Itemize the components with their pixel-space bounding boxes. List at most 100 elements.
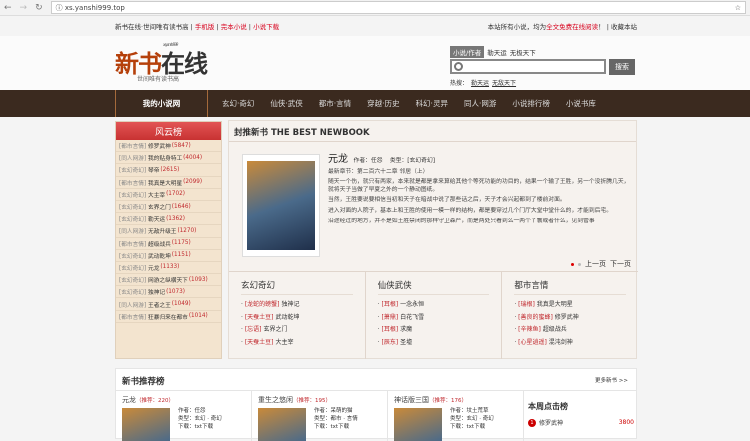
- book-link[interactable]: 大主宰: [275, 339, 293, 346]
- book-cover[interactable]: [258, 408, 306, 441]
- book-link[interactable]: 混沌剑神: [549, 339, 573, 346]
- ranking-book[interactable]: 独神记: [148, 287, 165, 296]
- nav-item[interactable]: 同人·网游: [464, 98, 496, 109]
- ranking-book[interactable]: 勒天运: [148, 214, 165, 223]
- book-cover[interactable]: [242, 154, 320, 257]
- ranking-book[interactable]: 元龙: [148, 263, 159, 272]
- ranking-book[interactable]: 修罗武神: [148, 141, 171, 150]
- book-download[interactable]: 下载：txt下载: [178, 423, 222, 431]
- hot-link[interactable]: 勒天运: [487, 47, 507, 57]
- prev-page-button[interactable]: 上一页: [585, 259, 606, 269]
- author-tag[interactable]: [天蚕土豆]: [245, 339, 274, 346]
- book-link[interactable]: 求魔: [400, 326, 412, 333]
- category-item[interactable]: · [天蚕土豆] 大主宰: [241, 337, 353, 350]
- ranking-book[interactable]: 我的贴身特工: [148, 153, 182, 162]
- ranking-item[interactable]: [同人网游] 王者之王 (1049): [116, 298, 221, 311]
- book-download[interactable]: 下载：txt下载: [314, 423, 358, 431]
- category-item[interactable]: · [天蚕土豆] 武动乾坤: [241, 312, 353, 325]
- recommend-book[interactable]: 重生之悠闲（推荐：195） 作者：呆萌的猫 类型：都市 · 言情 下载：txt下载: [252, 391, 388, 441]
- search-tab[interactable]: 小说/作者: [450, 46, 485, 58]
- ranking-book[interactable]: 玄界之门: [148, 202, 171, 211]
- download-link[interactable]: 小说下载: [253, 23, 279, 31]
- category-item[interactable]: · [耳根] 求魔: [378, 324, 490, 337]
- ranking-item[interactable]: [都市言情] 狂暴归来在都市 (1014): [116, 311, 221, 323]
- book-name[interactable]: 神话版三国: [394, 396, 429, 404]
- latest-chapter[interactable]: 最新章节：第二百六十二章 邻居（上）: [328, 169, 633, 177]
- ranking-book[interactable]: 琴帝: [148, 165, 159, 174]
- author-tag[interactable]: [龙蛇的螃蟹]: [245, 301, 280, 308]
- author-tag[interactable]: [天蚕土豆]: [245, 314, 274, 321]
- category-item[interactable]: · [辰东] 圣墟: [378, 337, 490, 350]
- search-input[interactable]: [450, 59, 606, 74]
- ranking-book[interactable]: 狂暴归来在都市: [148, 312, 188, 321]
- book-link[interactable]: 圣墟: [400, 339, 412, 346]
- category-item[interactable]: · [耳根] 一念永恒: [378, 299, 490, 312]
- nav-item[interactable]: 玄幻·奇幻: [222, 98, 254, 109]
- book-link[interactable]: 武动乾坤: [275, 314, 299, 321]
- info-icon[interactable]: ⓘ: [56, 4, 65, 12]
- ranking-item[interactable]: [都市言情] 我真是大明星 (2099): [116, 177, 221, 189]
- category-item[interactable]: · [龙蛇的螃蟹] 独神记: [241, 299, 353, 312]
- nav-item[interactable]: 穿越·历史: [367, 98, 399, 109]
- book-title[interactable]: 元龙: [328, 154, 348, 165]
- weekly-book-name[interactable]: 修罗武神: [539, 418, 563, 427]
- book-link[interactable]: 独神记: [281, 301, 299, 308]
- author-tag[interactable]: [耳根]: [382, 301, 399, 308]
- hot-link[interactable]: 无极天下: [510, 47, 536, 57]
- category-item[interactable]: · [辛辣鱼] 超级战兵: [514, 324, 626, 337]
- category-title[interactable]: 仙侠武侠: [377, 279, 490, 295]
- book-cover[interactable]: [394, 408, 442, 441]
- author-tag[interactable]: [萧鼎]: [382, 314, 399, 321]
- ranking-book[interactable]: 网游之纵横天下: [148, 275, 188, 284]
- ranking-item[interactable]: [同人网游] 无敌升级王 (1270): [116, 225, 221, 238]
- ranking-book[interactable]: 超级战兵: [148, 239, 171, 248]
- nav-item[interactable]: 仙侠·武侠: [270, 98, 302, 109]
- book-link[interactable]: 一念永恒: [400, 301, 424, 308]
- author-tag[interactable]: [善良的蜜蜂]: [518, 314, 553, 321]
- category-title[interactable]: 玄幻奇幻: [241, 279, 353, 295]
- ranking-item[interactable]: [玄幻奇幻] 武动乾坤 (1151): [116, 250, 221, 262]
- category-item[interactable]: · [忘语] 玄界之门: [241, 324, 353, 337]
- author-tag[interactable]: [辰东]: [382, 339, 399, 346]
- ranking-item[interactable]: [都市言情] 修罗武神 (5847): [116, 140, 221, 153]
- reload-icon[interactable]: ↻: [35, 3, 43, 13]
- book-download[interactable]: 下载：txt下载: [450, 423, 494, 431]
- recommend-book[interactable]: 神话版三国（推荐：176） 作者：坟土荒草 类型：玄幻 · 奇幻 下载：txt下载: [388, 391, 524, 441]
- author-tag[interactable]: [忘语]: [245, 326, 262, 333]
- bookmark-star-icon[interactable]: ☆: [735, 4, 741, 12]
- nav-item[interactable]: 都市·言情: [319, 98, 351, 109]
- hot-search-link[interactable]: 无敌天下: [492, 80, 516, 87]
- author-tag[interactable]: [耳根]: [382, 326, 399, 333]
- ranking-item[interactable]: [玄幻奇幻] 大主宰 (1702): [116, 189, 221, 201]
- search-button[interactable]: 搜索: [609, 59, 635, 75]
- ranking-item[interactable]: [玄幻奇幻] 元龙 (1133): [116, 262, 221, 275]
- category-title[interactable]: 都市言情: [514, 279, 627, 295]
- book-link[interactable]: 玄界之门: [263, 326, 287, 333]
- category-item[interactable]: · [善良的蜜蜂] 修罗武神: [514, 312, 626, 325]
- next-page-button[interactable]: 下一页: [610, 259, 631, 269]
- ranking-book[interactable]: 我真是大明星: [148, 178, 182, 187]
- nav-item[interactable]: 小说排行榜: [512, 98, 550, 109]
- weekly-item[interactable]: 1 修罗武神 3800: [528, 418, 634, 427]
- more-books-link[interactable]: 更多新书 >>: [595, 376, 628, 384]
- category-item[interactable]: · [心星逍遥] 混沌剑神: [514, 337, 626, 350]
- book-name[interactable]: 重生之悠闲: [258, 396, 293, 404]
- author-tag[interactable]: [心星逍遥]: [518, 339, 547, 346]
- ranking-book[interactable]: 大主宰: [148, 190, 165, 199]
- book-link[interactable]: 白花飞雪: [400, 314, 424, 321]
- book-cover[interactable]: [122, 408, 170, 441]
- back-icon[interactable]: ←: [4, 3, 12, 13]
- address-bar[interactable]: ⓘ xs.yanshi999.top ☆: [50, 1, 746, 14]
- ranking-book[interactable]: 无敌升级王: [148, 226, 176, 235]
- nav-item[interactable]: 小说书库: [566, 98, 596, 109]
- ranking-book[interactable]: 武动乾坤: [148, 251, 171, 260]
- pager-dot[interactable]: [578, 262, 581, 266]
- recommend-book[interactable]: 元龙（推荐：220） 作者：任怨 类型：玄幻 · 奇幻 下载：txt下载: [116, 391, 252, 441]
- bookmark-site-link[interactable]: 收藏本站: [611, 23, 637, 31]
- ranking-item[interactable]: [同人网游] 我的贴身特工 (4004): [116, 152, 221, 165]
- nav-item[interactable]: 科幻·灵异: [416, 98, 448, 109]
- ranking-book[interactable]: 王者之王: [148, 300, 171, 309]
- site-logo[interactable]: 新书在线 世间唯有读书高 xsyanshi.999: [115, 42, 208, 83]
- ranking-item[interactable]: [玄幻奇幻] 独神记 (1073): [116, 286, 221, 299]
- book-link[interactable]: 超级战兵: [543, 326, 567, 333]
